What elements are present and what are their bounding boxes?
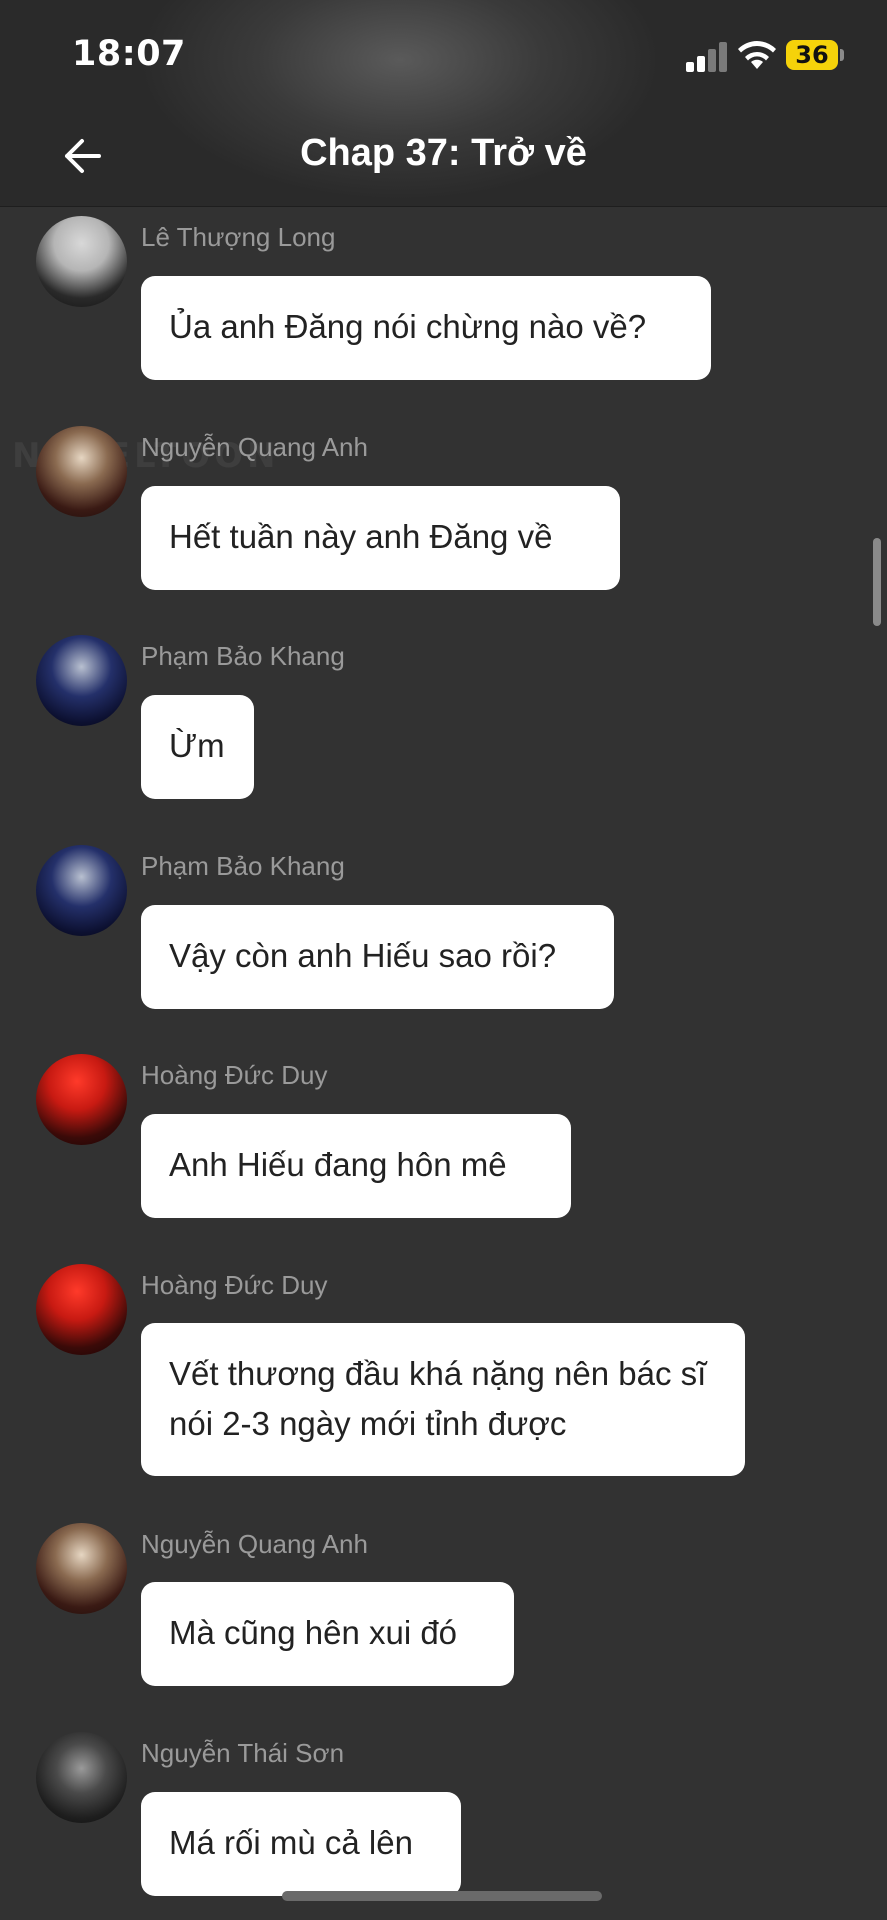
message-bubble: Anh Hiếu đang hôn mê: [141, 1114, 571, 1218]
sender-name: Nguyễn Thái Sơn: [141, 1738, 345, 1768]
sender-name: Phạm Bảo Khang: [141, 851, 345, 881]
battery-tip: [840, 49, 844, 61]
message-bubble: Vết thương đầu khá nặng nên bác sĩ nói 2…: [141, 1323, 745, 1476]
message-bubble: Ừm: [141, 695, 254, 799]
sender-name: Nguyễn Quang Anh: [141, 432, 368, 462]
chat-screen: 18:07 36 Chap 37: Trở về NOVELTOON Lê Th…: [0, 0, 887, 1920]
battery-icon: 36: [786, 40, 838, 70]
message-bubble: Ủa anh Đăng nói chừng nào về?: [141, 276, 711, 380]
message-bubble: Vậy còn anh Hiếu sao rồi?: [141, 905, 614, 1009]
home-indicator[interactable]: [282, 1891, 602, 1901]
avatar[interactable]: [36, 1264, 127, 1355]
page-title: Chap 37: Trở về: [300, 132, 587, 174]
avatar[interactable]: [36, 845, 127, 936]
header-bar: 18:07 36 Chap 37: Trở về: [0, 0, 887, 207]
avatar[interactable]: [36, 635, 127, 726]
avatar[interactable]: [36, 216, 127, 307]
sender-name: Nguyễn Quang Anh: [141, 1529, 368, 1559]
cellular-signal-icon: [686, 40, 730, 72]
sender-name: Lê Thượng Long: [141, 222, 336, 252]
avatar[interactable]: [36, 1054, 127, 1145]
sender-name: Hoàng Đức Duy: [141, 1060, 328, 1090]
avatar[interactable]: [36, 1732, 127, 1823]
status-time: 18:07: [72, 34, 186, 74]
message-bubble: Má rối mù cả lên: [141, 1792, 461, 1896]
message-bubble: Hết tuần này anh Đăng về: [141, 486, 620, 590]
sender-name: Phạm Bảo Khang: [141, 641, 345, 671]
avatar[interactable]: [36, 1523, 127, 1614]
scrollbar[interactable]: [873, 538, 881, 626]
avatar[interactable]: [36, 426, 127, 517]
sender-name: Hoàng Đức Duy: [141, 1270, 328, 1300]
message-bubble: Mà cũng hên xui đó: [141, 1582, 514, 1686]
wifi-icon: [738, 41, 776, 69]
